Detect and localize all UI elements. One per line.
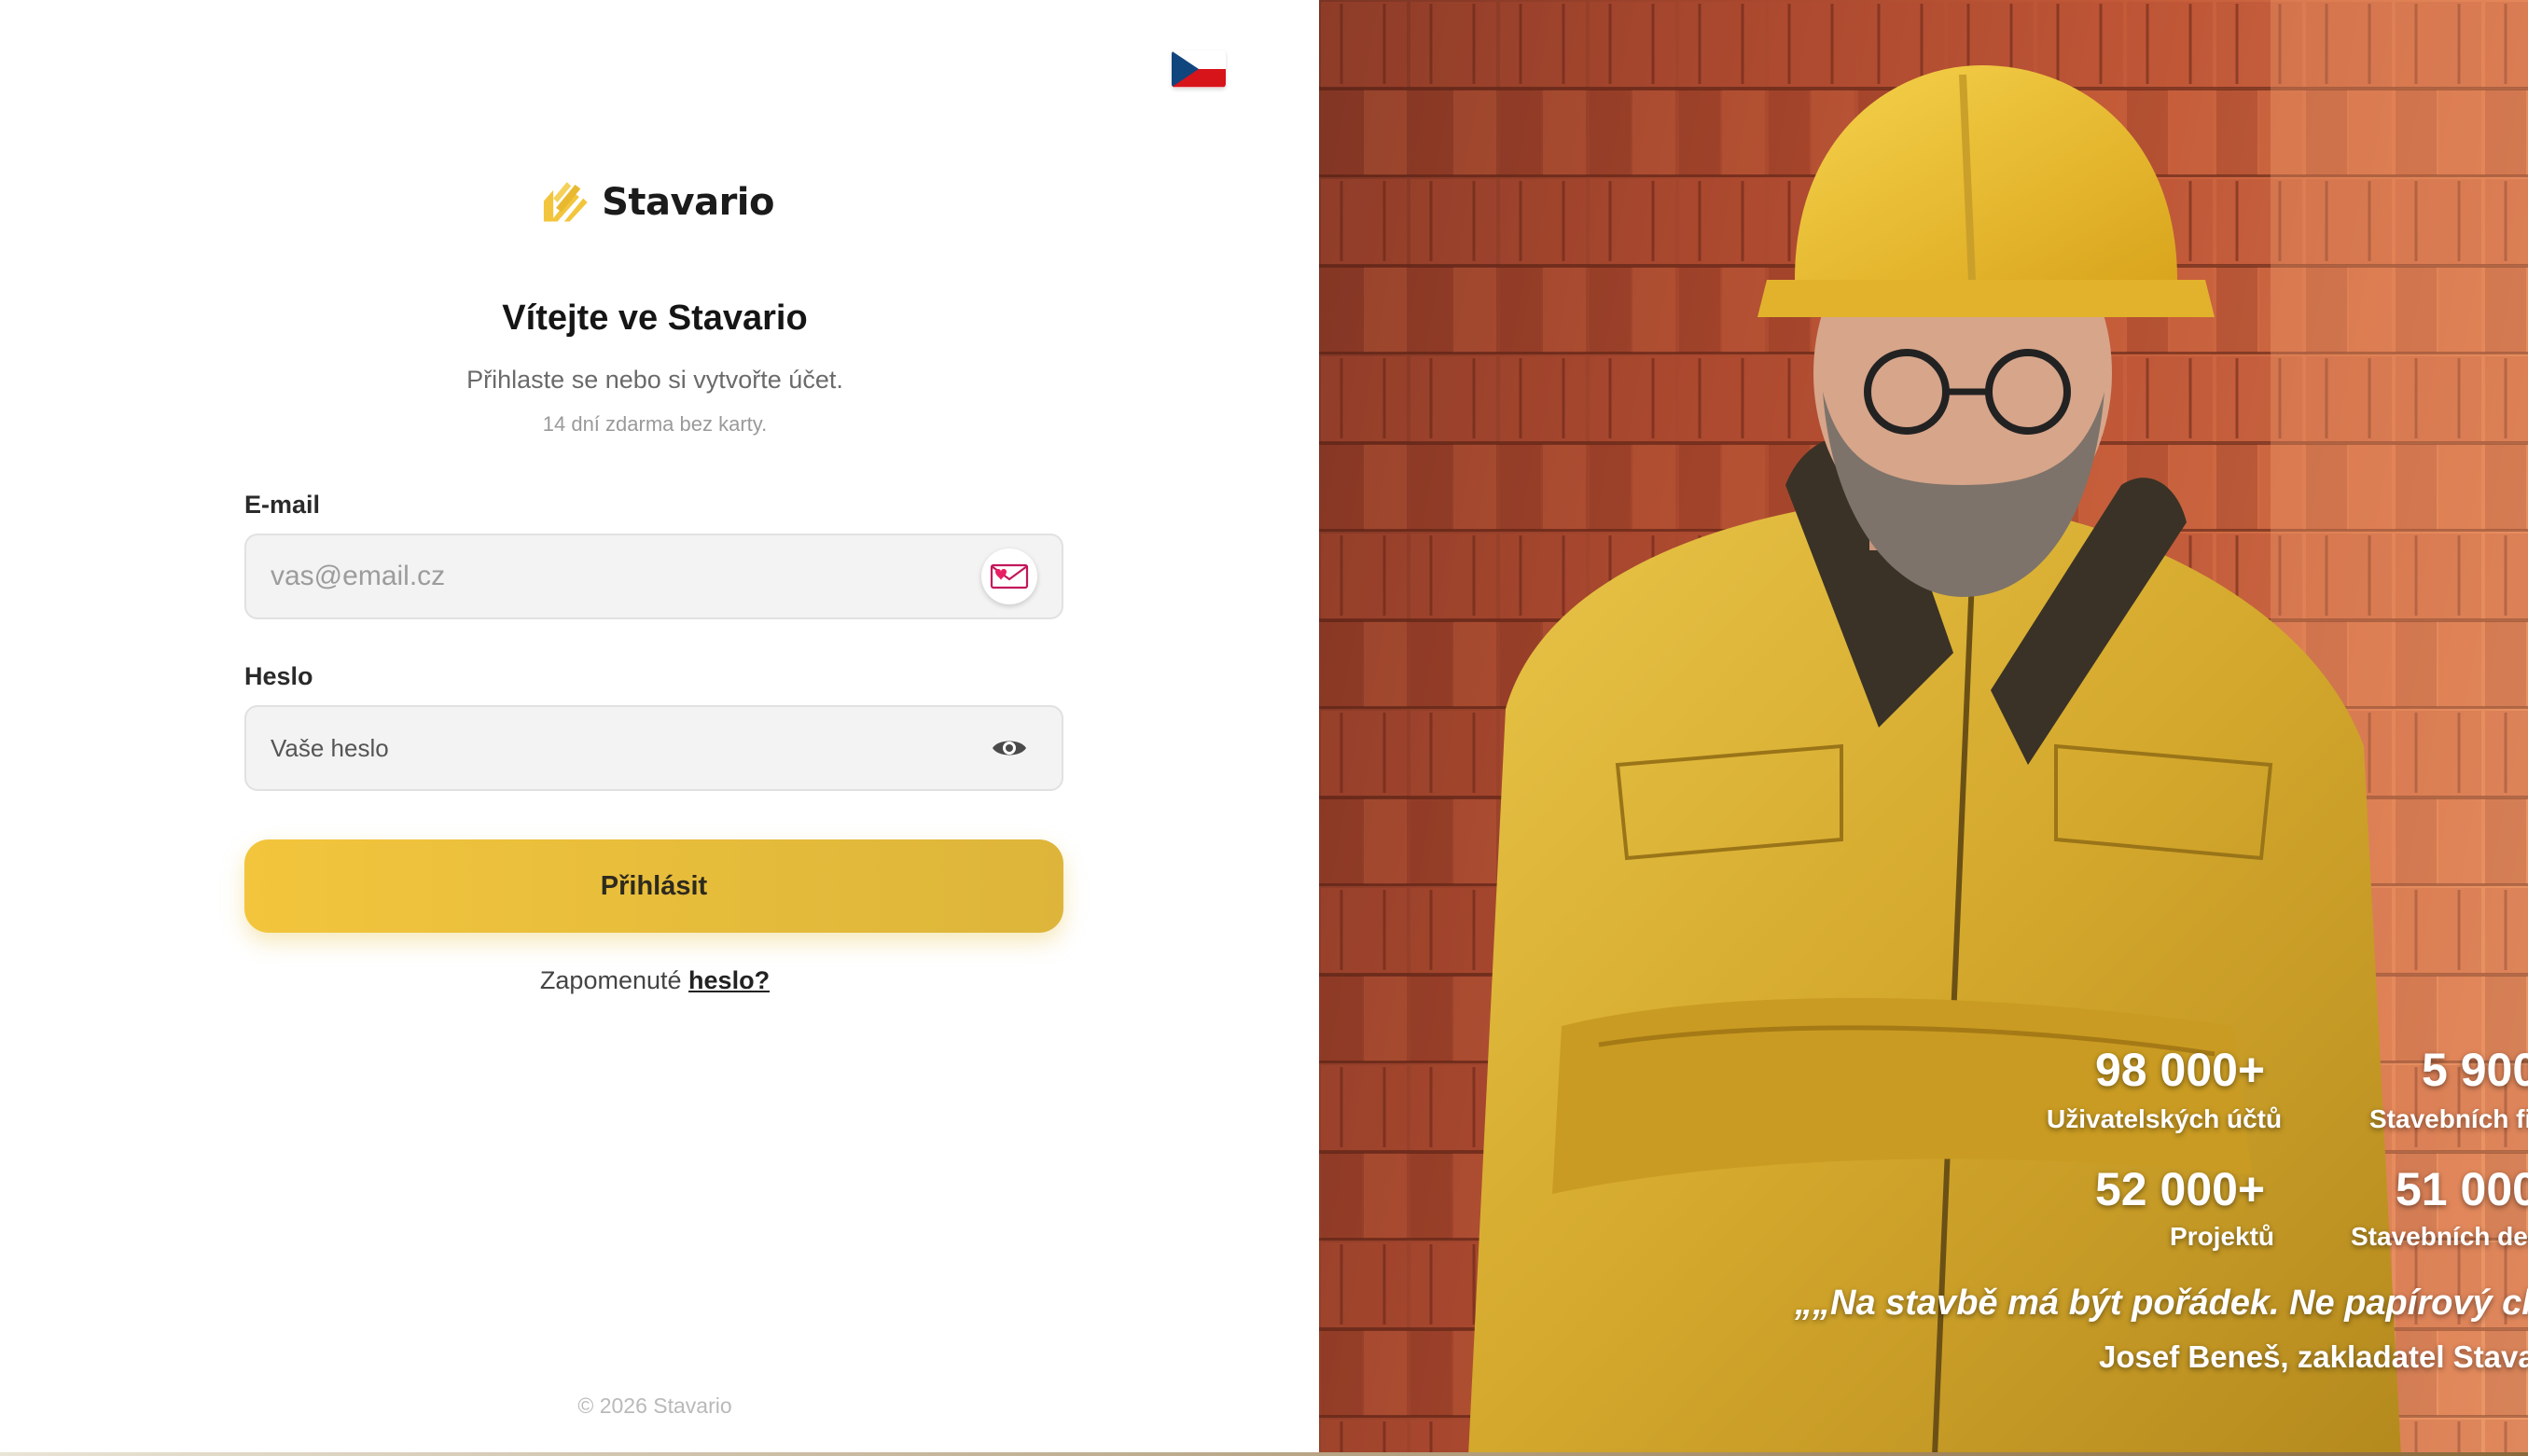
- trial-note: 14 dní zdarma bez karty.: [542, 412, 768, 436]
- stavario-logo-icon: [543, 182, 588, 222]
- stat-label: Projektů: [2170, 1222, 2275, 1251]
- email-label: E-mail: [244, 491, 321, 519]
- email-field-wrapper: [244, 534, 1063, 619]
- footer-copyright: © 2026 Stavario: [577, 1394, 732, 1418]
- page-subtitle: Přihlaste se nebo si vytvořte účet.: [466, 366, 843, 394]
- bottom-divider: [0, 1452, 2528, 1456]
- email-field[interactable]: [271, 561, 981, 592]
- stat-label: Stavebních den: [2351, 1222, 2528, 1251]
- login-panel: Stavario Vítejte ve Stavario Přihlaste s…: [0, 0, 1319, 1456]
- stat-value: 52 000+: [2095, 1163, 2266, 1215]
- stat-value: 51 000: [2396, 1163, 2528, 1215]
- password-field[interactable]: [271, 732, 981, 764]
- hero-panel: 98 000+ Uživatelských účtů 5 900 Stavebn…: [1319, 0, 2528, 1456]
- login-page: Stavario Vítejte ve Stavario Přihlaste s…: [0, 0, 2528, 1456]
- login-button[interactable]: Přihlásit: [244, 839, 1063, 933]
- password-label: Heslo: [244, 662, 313, 690]
- mail-heart-icon[interactable]: [981, 548, 1037, 604]
- czech-flag-icon[interactable]: [1172, 50, 1226, 88]
- stat-label: Stavebních fi: [2369, 1104, 2528, 1133]
- testimonial-author: Josef Beneš, zakladatel Stava: [2099, 1339, 2528, 1374]
- testimonial-quote: „„Na stavbě má být pořádek. Ne papírový …: [1795, 1283, 2528, 1323]
- stat-label: Uživatelských účtů: [2047, 1104, 2283, 1133]
- hero-stats: 98 000+ Uživatelských účtů 5 900 Stavebn…: [1319, 0, 2528, 1456]
- stat-value: 98 000+: [2095, 1044, 2266, 1096]
- page-title: Vítejte ve Stavario: [502, 298, 808, 338]
- eye-icon[interactable]: [981, 720, 1037, 776]
- stat-value: 5 900: [2422, 1044, 2528, 1096]
- forgot-password: Zapomenuté heslo?: [0, 966, 1310, 995]
- forgot-password-text: Zapomenuté: [539, 966, 682, 994]
- forgot-password-link[interactable]: heslo?: [688, 966, 770, 994]
- brand-name: Stavario: [602, 181, 774, 224]
- password-field-wrapper: [244, 705, 1063, 791]
- brand-logo: Stavario: [541, 170, 774, 235]
